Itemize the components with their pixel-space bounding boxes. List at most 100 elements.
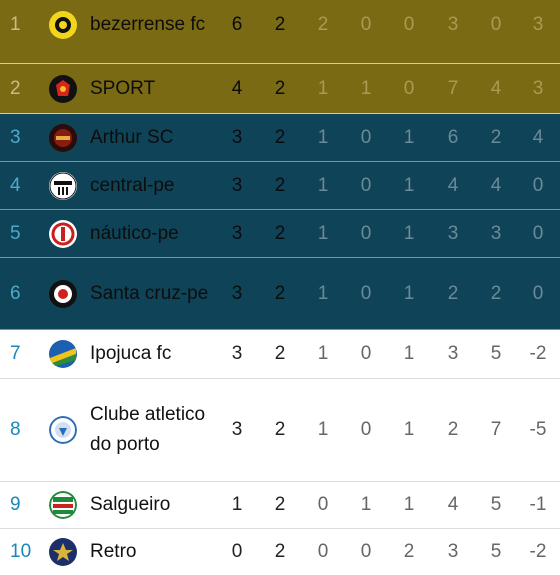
- draws: 1: [360, 77, 372, 99]
- team-name[interactable]: Salgueiro: [90, 490, 210, 520]
- goals-for: 2: [447, 282, 459, 304]
- goals-against: 0: [490, 13, 502, 35]
- position: 9: [10, 494, 21, 515]
- losses: 0: [403, 13, 415, 35]
- goal-difference: 0: [532, 222, 544, 244]
- games: 2: [274, 222, 286, 244]
- wins: 1: [317, 174, 329, 196]
- table-row[interactable]: 2 SPORT 4 2 1 1 0 7 4 3: [0, 64, 560, 114]
- goals-for: 3: [447, 222, 459, 244]
- wins: 1: [317, 77, 329, 99]
- points: 3: [231, 126, 243, 148]
- draws: 1: [360, 494, 372, 515]
- goals-against: 7: [490, 419, 502, 440]
- position: 5: [10, 222, 21, 244]
- losses: 0: [403, 77, 415, 99]
- losses: 1: [403, 419, 415, 440]
- team-name[interactable]: Arthur SC: [90, 123, 210, 153]
- points: 3: [231, 282, 243, 304]
- table-row[interactable]: 8 Clube atletico do porto 3 2 1 0 1 2 7 …: [0, 379, 560, 482]
- table-row[interactable]: 1 bezerrense fc 6 2 2 0 0 3 0 3: [0, 0, 560, 64]
- points: 3: [231, 222, 243, 244]
- team-crest-icon: [49, 538, 77, 566]
- goal-difference: -2: [529, 343, 547, 364]
- games: 2: [274, 343, 286, 364]
- losses: 1: [403, 174, 415, 196]
- losses: 1: [403, 343, 415, 364]
- draws: 0: [360, 174, 372, 196]
- table-row[interactable]: 9 Salgueiro 1 2 0 1 1 4 5 -1: [0, 482, 560, 529]
- position: 3: [10, 126, 21, 148]
- points: 6: [231, 13, 243, 35]
- points: 3: [231, 343, 243, 364]
- points: 4: [231, 77, 243, 99]
- team-name[interactable]: Ipojuca fc: [90, 339, 210, 369]
- position: 4: [10, 174, 21, 196]
- team-name[interactable]: bezerrense fc: [90, 10, 210, 40]
- points: 3: [231, 174, 243, 196]
- team-crest-icon: [49, 10, 77, 39]
- goals-for: 6: [447, 126, 459, 148]
- wins: 0: [317, 494, 329, 515]
- goals-against: 4: [490, 77, 502, 99]
- team-crest-icon: [49, 340, 77, 368]
- games: 2: [274, 494, 286, 515]
- losses: 1: [403, 222, 415, 244]
- table-row[interactable]: 5 náutico-pe 3 2 1 0 1 3 3 0: [0, 210, 560, 258]
- goal-difference: 0: [532, 282, 544, 304]
- team-crest-icon: [49, 219, 77, 248]
- position: 1: [10, 13, 21, 35]
- draws: 0: [360, 126, 372, 148]
- goal-difference: 3: [532, 13, 544, 35]
- games: 2: [274, 77, 286, 99]
- goal-difference: 0: [532, 174, 544, 196]
- team-crest-icon: [49, 491, 77, 519]
- goal-difference: 3: [532, 77, 544, 99]
- table-row[interactable]: 7 Ipojuca fc 3 2 1 0 1 3 5 -2: [0, 330, 560, 379]
- games: 2: [274, 126, 286, 148]
- team-crest-icon: [49, 279, 77, 308]
- wins: 1: [317, 222, 329, 244]
- table-row[interactable]: 6 Santa cruz-pe 3 2 1 0 1 2 2 0: [0, 258, 560, 330]
- games: 2: [274, 174, 286, 196]
- goals-against: 5: [490, 343, 502, 364]
- goal-difference: 4: [532, 126, 544, 148]
- team-crest-icon: [49, 416, 77, 444]
- goals-for: 7: [447, 77, 459, 99]
- games: 2: [274, 13, 286, 35]
- wins: 1: [317, 126, 329, 148]
- goal-difference: -1: [529, 494, 547, 515]
- wins: 2: [317, 13, 329, 35]
- wins: 1: [317, 282, 329, 304]
- team-name[interactable]: SPORT: [90, 74, 210, 104]
- team-crest-icon: [49, 123, 77, 152]
- team-name[interactable]: Clube atletico do porto: [90, 400, 210, 460]
- team-name[interactable]: Retro: [90, 537, 210, 567]
- table-row[interactable]: 10 Retro 0 2 0 0 2 3 5 -2: [0, 529, 560, 575]
- goals-against: 5: [490, 494, 502, 515]
- points: 3: [231, 419, 243, 440]
- games: 2: [274, 419, 286, 440]
- team-name[interactable]: Santa cruz-pe: [90, 279, 210, 309]
- wins: 1: [317, 343, 329, 364]
- team-name[interactable]: central-pe: [90, 171, 210, 201]
- losses: 1: [403, 282, 415, 304]
- goals-against: 3: [490, 222, 502, 244]
- goals-against: 2: [490, 126, 502, 148]
- team-name[interactable]: náutico-pe: [90, 219, 210, 249]
- wins: 1: [317, 419, 329, 440]
- goal-difference: -5: [529, 419, 547, 440]
- goals-for: 4: [447, 174, 459, 196]
- goals-for: 2: [447, 419, 459, 440]
- position: 8: [10, 419, 21, 440]
- team-crest-icon: [49, 74, 77, 103]
- position: 2: [10, 77, 21, 99]
- position: 6: [10, 282, 21, 304]
- goals-against: 2: [490, 282, 502, 304]
- team-crest-icon: [49, 171, 77, 200]
- goals-against: 4: [490, 174, 502, 196]
- points: 1: [231, 494, 243, 515]
- table-row[interactable]: 3 Arthur SC 3 2 1 0 1 6 2 4: [0, 114, 560, 162]
- table-row[interactable]: 4 central-pe 3 2 1 0 1 4 4 0: [0, 162, 560, 210]
- position: 7: [10, 343, 21, 364]
